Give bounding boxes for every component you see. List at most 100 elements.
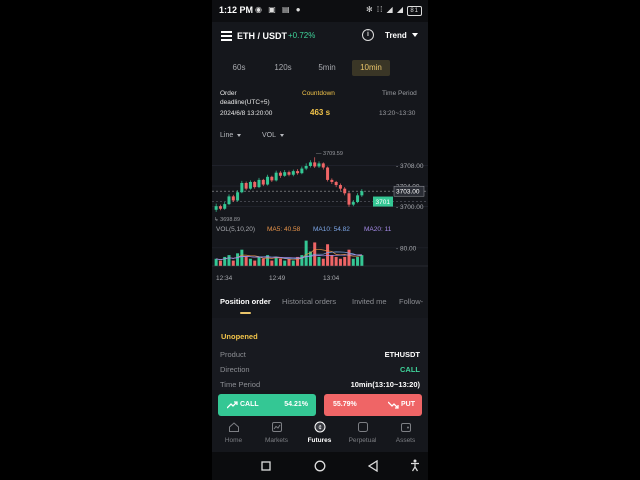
order-details: Unopened Product ETHUSDT Direction CALL … — [212, 318, 428, 390]
detail-value: ETHUSDT — [384, 350, 420, 359]
put-percent: 55.79% — [333, 401, 357, 408]
candle-body — [274, 172, 278, 181]
y-tick-label: - 3708.00 — [396, 163, 424, 170]
candle-body — [343, 188, 347, 194]
candle-body — [296, 171, 300, 174]
candle-body — [231, 196, 235, 201]
nav-label: Perpetual — [348, 437, 377, 444]
y-tick-label: - 3700.00 — [396, 204, 424, 211]
volume-bar — [287, 258, 291, 266]
volume-bar — [244, 256, 248, 266]
volume-bar — [304, 240, 308, 266]
nav-home[interactable]: Home — [212, 421, 255, 444]
time-tabs: 60s 120s 5min 10min — [212, 58, 428, 78]
indicator-selector[interactable]: VOL — [262, 132, 285, 139]
price-chart[interactable]: — 3709.59↳ 3698.89- 3708.003704.00- 3700… — [212, 145, 428, 285]
candle-body — [283, 172, 287, 176]
nav-label: Futures — [307, 437, 332, 444]
tab-invited-me[interactable]: Invited me — [352, 297, 387, 306]
volume-bar — [261, 258, 265, 266]
low-price-label: ↳ 3698.89 — [214, 216, 240, 223]
pair-header: ETH / USDT +0.72% i Trend — [212, 22, 428, 50]
position-tabs: Position order Historical orders Invited… — [212, 292, 428, 314]
put-button[interactable]: 55.79% PUT — [324, 394, 422, 416]
candle-body — [317, 163, 321, 167]
tab-historical-orders[interactable]: Historical orders — [282, 297, 336, 306]
volume-bar — [231, 260, 235, 266]
candle-body — [223, 204, 227, 209]
deadline-value: 2024/6/8 13:20:00 — [220, 110, 273, 117]
x-tick-label: 12:34 — [216, 275, 233, 282]
candle-body — [308, 162, 312, 166]
call-button[interactable]: CALL 54.21% — [218, 394, 316, 416]
volume-bar — [351, 258, 355, 266]
tab-5min[interactable]: 5min — [313, 60, 341, 76]
candle-body — [218, 206, 222, 209]
tab-position-order[interactable]: Position order — [220, 297, 271, 306]
volume-bar — [317, 256, 321, 266]
pair-title[interactable]: ETH / USDT — [237, 31, 287, 41]
home-button-icon[interactable] — [314, 460, 326, 472]
detail-value: CALL — [400, 365, 420, 374]
candle-body — [356, 195, 360, 203]
vol-ma20-label: MA20: 11 — [364, 226, 392, 233]
nav-futures[interactable]: ¢ Futures — [298, 421, 341, 444]
menu-icon[interactable] — [221, 31, 232, 41]
chevron-down-icon[interactable] — [412, 33, 418, 37]
candle-body — [330, 179, 334, 182]
volume-bar — [278, 258, 282, 266]
volume-bar — [330, 255, 334, 266]
chevron-down-icon — [280, 133, 285, 137]
price-change: +0.72% — [288, 31, 316, 40]
vol-tick-label: - 80.00 — [396, 245, 417, 252]
volume-bar — [343, 256, 347, 266]
perpetual-icon — [357, 422, 368, 432]
chart-type-selector[interactable]: Line — [220, 132, 242, 139]
marker-price-label: 3701 — [376, 199, 391, 206]
nav-markets[interactable]: Markets — [255, 421, 298, 444]
chart-type-label: Line — [220, 132, 234, 139]
detail-key: Time Period — [220, 380, 261, 389]
volume-bar — [321, 258, 325, 266]
tab-120s[interactable]: 120s — [269, 60, 297, 76]
volume-bar — [240, 249, 244, 266]
candle-body — [266, 176, 270, 185]
nav-perpetual[interactable]: Perpetual — [341, 421, 384, 444]
candle-body — [261, 179, 265, 185]
status-system-icons: ✻ ⁞⁞ ◢ ◢ 81 — [366, 5, 422, 16]
candle-body — [270, 176, 274, 181]
info-icon[interactable]: i — [362, 29, 374, 41]
candle-body — [240, 182, 244, 193]
trend-dropdown[interactable]: Trend — [385, 31, 407, 40]
detail-key: Product — [220, 350, 246, 359]
volume-bar — [248, 258, 252, 266]
bottom-nav: Home Markets ¢ Futures Perpetual Assets — [212, 418, 428, 452]
vol-ma10-label: MA10: 54.82 — [313, 226, 350, 233]
tab-60s[interactable]: 60s — [226, 60, 252, 76]
phone-screen: 1:12 PM ◉ ▣ ▤ ● ✻ ⁞⁞ ◢ ◢ 81 ETH / USDT +… — [212, 0, 428, 480]
trend-down-icon — [388, 401, 399, 409]
candle-body — [248, 181, 252, 189]
volume-bar — [270, 260, 274, 266]
volume-bar — [257, 256, 261, 266]
vol-legend-label: VOL(5,10,20) — [216, 226, 255, 233]
tab-follow[interactable]: Follow- — [399, 297, 423, 306]
back-icon[interactable] — [368, 460, 378, 472]
nav-label: Home — [224, 437, 243, 444]
countdown-value: 463 s — [310, 108, 331, 117]
nav-assets[interactable]: Assets — [384, 421, 427, 444]
candle-body — [278, 172, 282, 176]
time-period-label: Time Period — [382, 90, 417, 97]
candle-body — [253, 181, 257, 188]
candle-body — [244, 182, 248, 189]
candle-body — [326, 167, 330, 180]
accessibility-icon[interactable] — [410, 459, 420, 472]
recents-icon[interactable] — [261, 461, 271, 471]
volume-bar — [326, 244, 330, 266]
detail-value: 10min(13:10~13:20) — [350, 380, 420, 389]
tab-10min[interactable]: 10min — [352, 60, 390, 76]
volume-bar — [214, 258, 218, 266]
put-label: PUT — [401, 401, 415, 408]
candle-body — [300, 168, 304, 174]
assets-icon — [400, 423, 411, 432]
